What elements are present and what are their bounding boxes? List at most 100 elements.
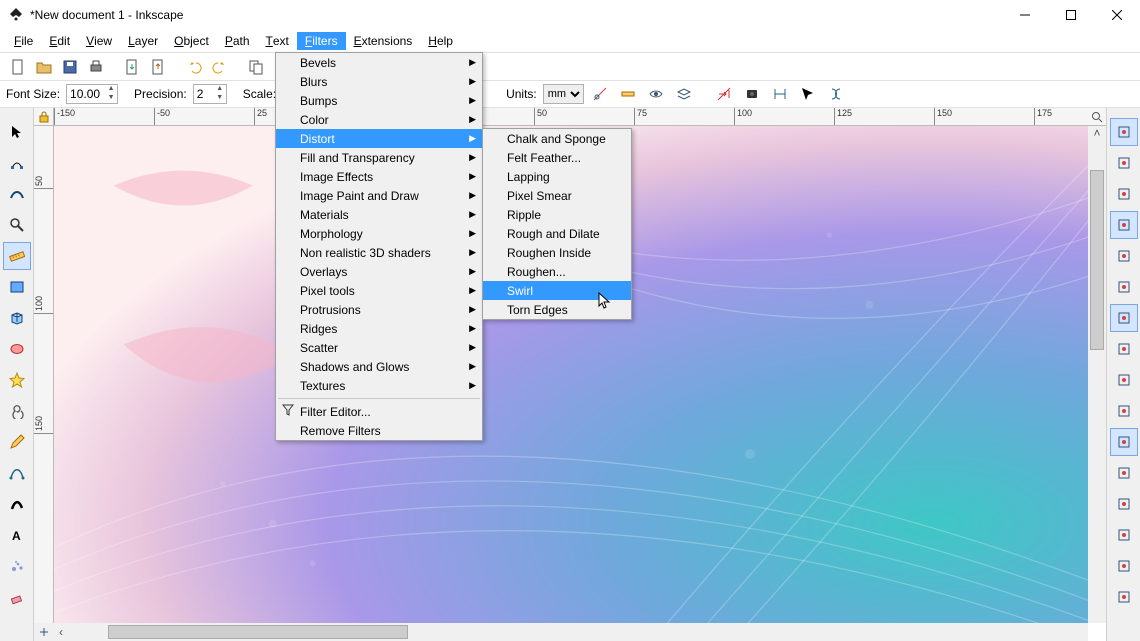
text-tool[interactable]: A	[3, 521, 31, 549]
snap-grid-button[interactable]	[1110, 552, 1138, 580]
pointer-tool[interactable]	[3, 118, 31, 146]
to-phantom-button[interactable]	[740, 82, 764, 106]
filters-item-distort[interactable]: Distort▶	[276, 129, 482, 148]
snap-inter-button[interactable]	[1110, 242, 1138, 270]
snap-obj-button[interactable]	[1110, 428, 1138, 456]
eraser-tool[interactable]	[3, 583, 31, 611]
undo-button[interactable]	[182, 55, 206, 79]
horizontal-scrollbar[interactable]: ‹	[54, 623, 1088, 641]
remove-filters[interactable]: Remove Filters	[276, 421, 482, 440]
menu-view[interactable]: View	[78, 32, 120, 50]
filters-item-scatter[interactable]: Scatter▶	[276, 338, 482, 357]
font-size-input[interactable]: ▲▼	[66, 84, 118, 104]
calligraphy-tool[interactable]	[3, 490, 31, 518]
filters-item-image-paint-and-draw[interactable]: Image Paint and Draw▶	[276, 186, 482, 205]
filter-editor[interactable]: Filter Editor...	[276, 402, 482, 421]
zoom-icon[interactable]	[1088, 108, 1106, 126]
snap-text-button[interactable]	[1110, 521, 1138, 549]
snap-button[interactable]	[1110, 118, 1138, 146]
filters-item-textures[interactable]: Textures▶	[276, 376, 482, 395]
filters-item-morphology[interactable]: Morphology▶	[276, 224, 482, 243]
rect-tool[interactable]	[3, 273, 31, 301]
sculpt-tool[interactable]	[3, 180, 31, 208]
3dbox-tool[interactable]	[3, 304, 31, 332]
distort-item-swirl[interactable]: Swirl	[483, 281, 631, 300]
menu-layer[interactable]: Layer	[120, 32, 166, 50]
reverse-button[interactable]	[712, 82, 736, 106]
star-tool[interactable]	[3, 366, 31, 394]
measure-tool[interactable]	[3, 242, 31, 270]
snap-node-button[interactable]	[1110, 149, 1138, 177]
snap-guide-button[interactable]	[1110, 583, 1138, 611]
distort-item-pixel-smear[interactable]: Pixel Smear	[483, 186, 631, 205]
snap-cusp-button[interactable]	[1110, 273, 1138, 301]
node-tool[interactable]	[3, 149, 31, 177]
new-button[interactable]	[6, 55, 30, 79]
export-button[interactable]	[146, 55, 170, 79]
pencil-tool[interactable]	[3, 428, 31, 456]
close-button[interactable]	[1094, 0, 1140, 30]
distort-item-rough-and-dilate[interactable]: Rough and Dilate	[483, 224, 631, 243]
snap-mid-button[interactable]	[1110, 366, 1138, 394]
distort-item-felt-feather-[interactable]: Felt Feather...	[483, 148, 631, 167]
save-button[interactable]	[58, 55, 82, 79]
spray-tool[interactable]	[3, 552, 31, 580]
distort-item-lapping[interactable]: Lapping	[483, 167, 631, 186]
zoom-tool[interactable]	[3, 211, 31, 239]
distort-item-roughen-[interactable]: Roughen...	[483, 262, 631, 281]
snap-page-button[interactable]	[1110, 490, 1138, 518]
ellipse-tool[interactable]	[3, 335, 31, 363]
filters-item-blurs[interactable]: Blurs▶	[276, 72, 482, 91]
spiral-tool[interactable]	[3, 397, 31, 425]
filters-item-materials[interactable]: Materials▶	[276, 205, 482, 224]
redo-button[interactable]	[208, 55, 232, 79]
filters-item-shadows-and-glows[interactable]: Shadows and Glows▶	[276, 357, 482, 376]
measure-between-button[interactable]	[616, 82, 640, 106]
snap-path-button[interactable]	[1110, 211, 1138, 239]
menu-path[interactable]: Path	[217, 32, 258, 50]
snap-rot-button[interactable]	[1110, 459, 1138, 487]
menu-object[interactable]: Object	[166, 32, 217, 50]
filters-item-overlays[interactable]: Overlays▶	[276, 262, 482, 281]
distort-item-chalk-and-sponge[interactable]: Chalk and Sponge	[483, 129, 631, 148]
measure-all-layers-button[interactable]	[672, 82, 696, 106]
snap-smooth-button[interactable]	[1110, 304, 1138, 332]
filters-item-color[interactable]: Color▶	[276, 110, 482, 129]
measure-ignore-button[interactable]	[588, 82, 612, 106]
to-item-button[interactable]	[796, 82, 820, 106]
vertical-scrollbar[interactable]: ˄	[1088, 126, 1106, 623]
mark-dim-button[interactable]	[824, 82, 848, 106]
menu-edit[interactable]: Edit	[41, 32, 78, 50]
menu-help[interactable]: Help	[420, 32, 461, 50]
bezier-tool[interactable]	[3, 459, 31, 487]
to-guides-button[interactable]	[768, 82, 792, 106]
maximize-button[interactable]	[1048, 0, 1094, 30]
open-button[interactable]	[32, 55, 56, 79]
filters-item-ridges[interactable]: Ridges▶	[276, 319, 482, 338]
menu-file[interactable]: File	[6, 32, 41, 50]
filters-item-pixel-tools[interactable]: Pixel tools▶	[276, 281, 482, 300]
copy-button[interactable]	[244, 55, 268, 79]
snap-center-button[interactable]	[1110, 397, 1138, 425]
ruler-lock-icon[interactable]	[34, 108, 54, 126]
menu-extensions[interactable]: Extensions	[346, 32, 421, 50]
filters-item-bevels[interactable]: Bevels▶	[276, 53, 482, 72]
vertical-ruler[interactable]: 50100150	[34, 126, 54, 623]
filters-item-non-realistic-3d-shaders[interactable]: Non realistic 3D shaders▶	[276, 243, 482, 262]
filters-item-fill-and-transparency[interactable]: Fill and Transparency▶	[276, 148, 482, 167]
filters-item-protrusions[interactable]: Protrusions▶	[276, 300, 482, 319]
measure-hidden-button[interactable]	[644, 82, 668, 106]
filters-item-bumps[interactable]: Bumps▶	[276, 91, 482, 110]
snap-bbox-button[interactable]	[1110, 180, 1138, 208]
import-button[interactable]	[120, 55, 144, 79]
filters-item-image-effects[interactable]: Image Effects▶	[276, 167, 482, 186]
distort-item-torn-edges[interactable]: Torn Edges	[483, 300, 631, 319]
quick-zoom-icon[interactable]	[34, 623, 54, 641]
horizontal-ruler[interactable]: -150-50255075100125150175	[54, 108, 1088, 126]
menu-filters[interactable]: Filters	[297, 32, 346, 50]
snap-line-button[interactable]	[1110, 335, 1138, 363]
distort-item-ripple[interactable]: Ripple	[483, 205, 631, 224]
units-select[interactable]: mm	[543, 84, 584, 104]
menu-text[interactable]: Text	[258, 32, 297, 50]
distort-item-roughen-inside[interactable]: Roughen Inside	[483, 243, 631, 262]
